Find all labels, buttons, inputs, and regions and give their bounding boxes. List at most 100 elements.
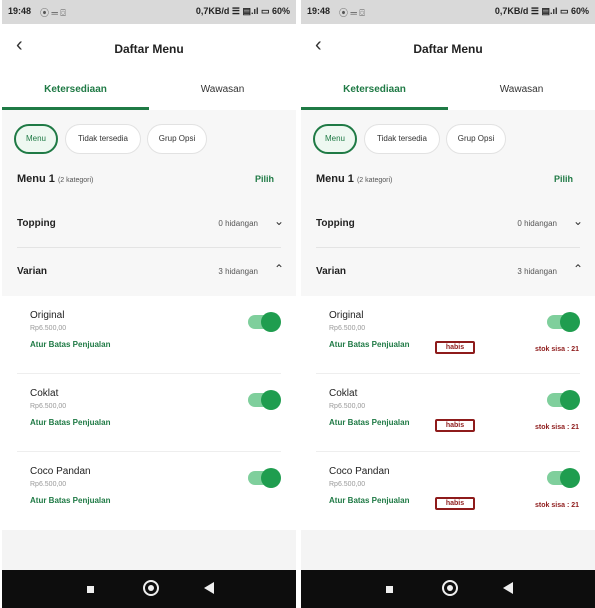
pilih-button[interactable]: Pilih	[255, 174, 274, 184]
toggle-knob	[261, 390, 281, 410]
group-name: Topping	[316, 218, 355, 229]
toggle-knob	[261, 312, 281, 332]
menu-count: (2 kategori)	[57, 177, 94, 184]
item-name: Coco Pandan	[329, 466, 390, 477]
group-topping[interactable]: Topping 0 hidangan ⌄	[2, 200, 296, 248]
habis-badge: habis	[435, 341, 475, 354]
item-price: Rp6.500,00	[329, 481, 366, 488]
bottom-spacer	[301, 530, 595, 570]
pilih-button[interactable]: Pilih	[554, 174, 573, 184]
chevron-up-icon: ⌃	[273, 262, 284, 276]
group-name: Topping	[17, 218, 56, 229]
chevron-down-icon: ⌄	[273, 214, 284, 228]
status-network: 0,7KB/d ☰ ▤.ıl ▭ 60%	[494, 6, 589, 16]
item-price: Rp6.500,00	[30, 481, 67, 488]
toggle-knob	[560, 390, 580, 410]
tab-ketersediaan[interactable]: Ketersediaan	[301, 74, 448, 110]
chip-tidak-tersedia[interactable]: Tidak tersedia	[364, 124, 440, 154]
system-nav-bar	[301, 570, 595, 608]
system-nav-bar	[2, 570, 296, 608]
menu-name: Menu 1	[17, 173, 55, 185]
availability-toggle[interactable]	[248, 468, 281, 488]
group-count: 3 hidangan	[218, 267, 258, 276]
screen-right: 19:48 ⦿ ═ ⌼ 0,7KB/d ☰ ▤.ıl ▭ 60% ‹ Dafta…	[301, 0, 595, 608]
list-item-coklat: Coklat Rp6.500,00 Atur Batas Penjualan	[2, 374, 296, 452]
menu-name: Menu 1	[316, 173, 354, 185]
item-name: Original	[329, 310, 364, 321]
atur-batas-link[interactable]: Atur Batas Penjualan	[329, 340, 409, 349]
chip-menu[interactable]: Menu	[313, 124, 357, 154]
group-varian[interactable]: Varian 3 hidangan ⌃	[2, 248, 296, 296]
tab-bar: Ketersediaan Wawasan	[2, 74, 296, 110]
menu-header: Menu 1 (2 kategori) Pilih	[301, 164, 595, 196]
toggle-knob	[560, 468, 580, 488]
page-title: Daftar Menu	[114, 42, 184, 56]
tab-bar: Ketersediaan Wawasan	[301, 74, 595, 110]
recents-square-icon[interactable]	[386, 586, 393, 593]
habis-badge: habis	[435, 419, 475, 432]
toggle-knob	[560, 312, 580, 332]
chip-tidak-tersedia[interactable]: Tidak tersedia	[65, 124, 141, 154]
app-bar: ‹ Daftar Menu	[301, 24, 595, 74]
availability-toggle[interactable]	[248, 390, 281, 410]
item-name: Original	[30, 310, 65, 321]
recents-square-icon[interactable]	[87, 586, 94, 593]
back-triangle-icon[interactable]	[204, 582, 214, 594]
stock-remaining: stok sisa : 21	[535, 502, 579, 509]
group-count: 0 hidangan	[218, 219, 258, 228]
status-network: 0,7KB/d ☰ ▤.ıl ▭ 60%	[195, 6, 290, 16]
toggle-knob	[261, 468, 281, 488]
chip-menu[interactable]: Menu	[14, 124, 58, 154]
menu-title: Menu 1 (2 kategori)	[316, 173, 392, 185]
atur-batas-link[interactable]: Atur Batas Penjualan	[30, 340, 110, 349]
availability-toggle[interactable]	[547, 390, 580, 410]
list-item-original: Original Rp6.500,00 Atur Batas Penjualan	[2, 296, 296, 374]
home-circle-icon[interactable]	[143, 580, 159, 596]
chip-grup-opsi[interactable]: Grup Opsi	[446, 124, 506, 154]
tab-wawasan[interactable]: Wawasan	[448, 74, 595, 110]
bottom-spacer	[2, 530, 296, 570]
home-circle-icon[interactable]	[442, 580, 458, 596]
status-icons: ⦿ ═ ⌼	[339, 8, 365, 18]
back-triangle-icon[interactable]	[503, 582, 513, 594]
group-topping[interactable]: Topping 0 hidangan ⌄	[301, 200, 595, 248]
chip-grup-opsi[interactable]: Grup Opsi	[147, 124, 207, 154]
list-item-coco-pandan: Coco Pandan Rp6.500,00 Atur Batas Penjua…	[301, 452, 595, 530]
status-bar: 19:48 ⦿ ═ ⌼ 0,7KB/d ☰ ▤.ıl ▭ 60%	[2, 0, 296, 24]
list-item-coklat: Coklat Rp6.500,00 Atur Batas Penjualan h…	[301, 374, 595, 452]
item-price: Rp6.500,00	[30, 403, 67, 410]
atur-batas-link[interactable]: Atur Batas Penjualan	[30, 418, 110, 427]
availability-toggle[interactable]	[547, 312, 580, 332]
chevron-down-icon: ⌄	[572, 214, 583, 228]
group-count: 3 hidangan	[517, 267, 557, 276]
list-item-original: Original Rp6.500,00 Atur Batas Penjualan…	[301, 296, 595, 374]
group-name: Varian	[316, 266, 347, 277]
group-count: 0 hidangan	[517, 219, 557, 228]
menu-header: Menu 1 (2 kategori) Pilih	[2, 164, 296, 196]
item-name: Coklat	[329, 388, 358, 399]
atur-batas-link[interactable]: Atur Batas Penjualan	[329, 418, 409, 427]
availability-toggle[interactable]	[248, 312, 281, 332]
stock-remaining: stok sisa : 21	[535, 424, 579, 431]
tab-ketersediaan[interactable]: Ketersediaan	[2, 74, 149, 110]
atur-batas-link[interactable]: Atur Batas Penjualan	[30, 496, 110, 505]
item-name: Coklat	[30, 388, 59, 399]
group-varian[interactable]: Varian 3 hidangan ⌃	[301, 248, 595, 296]
status-time: 19:48	[307, 6, 331, 16]
chevron-up-icon: ⌃	[572, 262, 583, 276]
habis-badge: habis	[435, 497, 475, 510]
item-name: Coco Pandan	[30, 466, 91, 477]
item-price: Rp6.500,00	[329, 403, 366, 410]
stock-remaining: stok sisa : 21	[535, 346, 579, 353]
status-bar: 19:48 ⦿ ═ ⌼ 0,7KB/d ☰ ▤.ıl ▭ 60%	[301, 0, 595, 24]
group-name: Varian	[17, 266, 48, 277]
status-time: 19:48	[8, 6, 32, 16]
page-title: Daftar Menu	[413, 42, 483, 56]
filter-chips: Menu Tidak tersedia Grup Opsi	[301, 110, 595, 164]
availability-toggle[interactable]	[547, 468, 580, 488]
list-item-coco-pandan: Coco Pandan Rp6.500,00 Atur Batas Penjua…	[2, 452, 296, 530]
atur-batas-link[interactable]: Atur Batas Penjualan	[329, 496, 409, 505]
item-price: Rp6.500,00	[329, 325, 366, 332]
status-icons: ⦿ ═ ⌼	[40, 8, 66, 18]
tab-wawasan[interactable]: Wawasan	[149, 74, 296, 110]
